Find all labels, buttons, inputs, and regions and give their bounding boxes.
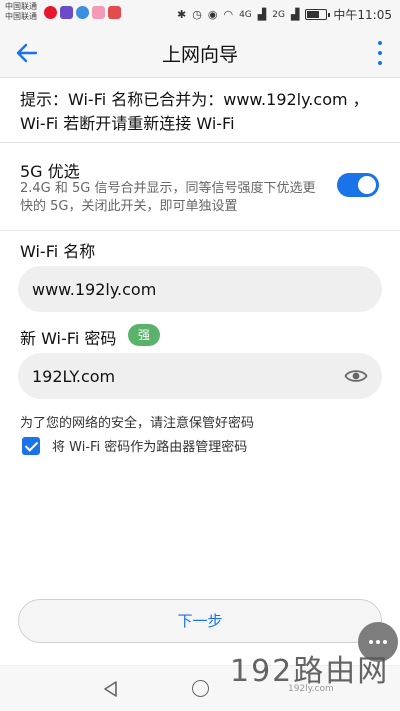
divider: [0, 230, 400, 231]
admin-password-option[interactable]: 将 Wi-Fi 密码作为路由器管理密码: [22, 436, 247, 455]
clock: 中午11:05: [333, 8, 392, 22]
page-title: 上网向导: [161, 44, 238, 66]
admin-password-checkbox[interactable]: [22, 436, 40, 455]
carrier-info: 中国联通 中国联通: [5, 2, 37, 22]
option-5g-toggle[interactable]: [337, 173, 379, 197]
nav-home-icon[interactable]: [192, 680, 209, 697]
network-2g-label: 2G: [272, 9, 285, 20]
photo-app-icon: [92, 6, 105, 19]
news-app-icon: [108, 6, 121, 19]
wifi-name-input[interactable]: www.192ly.com: [18, 266, 382, 312]
password-strength-badge: 强: [128, 324, 160, 346]
nav-back-icon[interactable]: [102, 680, 120, 698]
wifi-name-label: Wi-Fi 名称: [20, 242, 96, 261]
option-5g-description: 2.4G 和 5G 信号合并显示，同等信号强度下优选更快的 5G，关闭此开关，即…: [20, 181, 316, 214]
battery-icon: [305, 9, 331, 20]
wifi-password-value: 192LY.com: [32, 366, 116, 386]
status-bar: 中国联通 中国联通 ✱ ◷ ◉ ◠ 4G ▟ 2G ▟ 中午11:05: [0, 0, 400, 28]
security-hint: 为了您的网络的安全，请注意保管好密码: [20, 416, 255, 431]
wifi-name-value: www.192ly.com: [32, 279, 157, 299]
wifi-icon: ◠: [223, 7, 234, 21]
admin-password-label: 将 Wi-Fi 密码作为路由器管理密码: [52, 440, 248, 455]
bluetooth-icon: ✱: [177, 7, 187, 21]
notification-icons: [44, 6, 121, 19]
network-4g-label: 4G: [239, 9, 252, 20]
watermark-url: 192ly.com: [288, 684, 334, 694]
option-5g-title: 5G 优选: [20, 162, 80, 181]
next-button[interactable]: 下一步: [18, 599, 382, 643]
app-bar: 上网向导: [0, 28, 400, 78]
alarm-icon: ◷: [192, 7, 202, 21]
status-icons: ✱ ◷ ◉ ◠ 4G ▟ 2G ▟ 中午11:05: [177, 6, 392, 23]
merge-tip: 提示：Wi-Fi 名称已合并为：www.192ly.com ，Wi-Fi 若断开…: [20, 90, 369, 133]
divider: [0, 142, 400, 143]
signal-1-icon: ▟: [257, 7, 267, 21]
flower-app-icon: [76, 6, 89, 19]
wifi-password-label: 新 Wi-Fi 密码: [20, 329, 117, 348]
more-vertical-icon[interactable]: [376, 41, 384, 65]
carrier-2: 中国联通: [5, 12, 37, 21]
weibo-icon: [44, 6, 57, 19]
eye-icon[interactable]: [344, 365, 368, 387]
carrier-1: 中国联通: [5, 2, 37, 11]
signal-2-icon: ▟: [290, 7, 300, 21]
eye-comfort-icon: ◉: [207, 7, 218, 21]
video-app-icon: [60, 6, 73, 19]
wifi-password-input[interactable]: 192LY.com: [18, 353, 382, 399]
toggle-knob: [358, 176, 376, 194]
